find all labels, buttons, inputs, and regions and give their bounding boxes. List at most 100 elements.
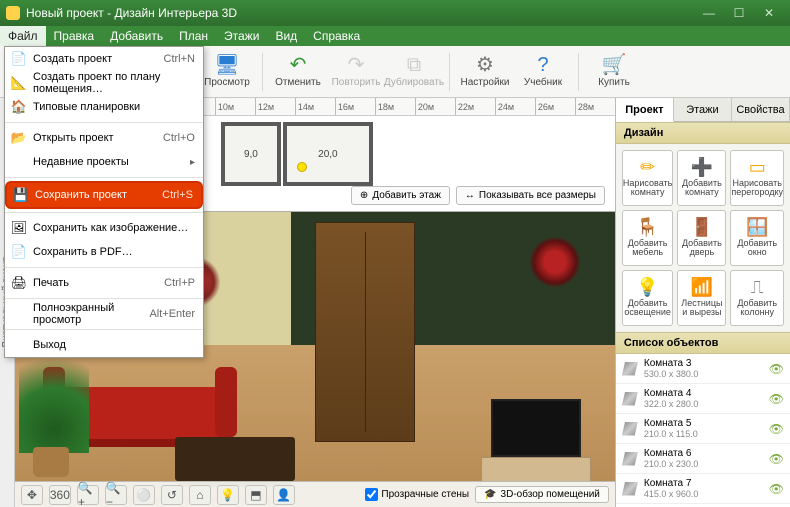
menu-item-shortcut: Alt+Enter [149,308,195,320]
object-row[interactable]: Комната 7415.0 x 960.0👁 [616,474,790,504]
design-tool-button[interactable]: ✏Нарисовать комнату [622,150,673,206]
menu-добавить[interactable]: Добавить [102,26,171,46]
toolbar-help-button[interactable]: ?Учебник [516,48,570,96]
design-tool-button[interactable]: 📶Лестницы и вырезы [677,270,726,326]
object-row[interactable]: Комната 3530.0 x 380.0 👁 [616,354,790,384]
file-menu-item[interactable]: Недавние проекты [5,150,203,174]
menu-item-icon: 📄 [11,244,27,260]
view-tool-button[interactable]: ✥ [21,485,43,505]
settings-icon: ⚙ [476,55,494,75]
toolbar-undo-button[interactable]: ↶Отменить [271,48,325,96]
view-tool-button[interactable]: ↺ [161,485,183,505]
file-menu-item[interactable]: 💾Сохранить проектCtrl+S [5,181,203,209]
visibility-icon[interactable]: 👁 [769,452,784,466]
object-name: Комната 7 [644,478,699,489]
menu-item-label: Создать проект [33,53,112,65]
visibility-icon[interactable]: 👁 [769,362,784,376]
objects-list[interactable]: Комната 3530.0 x 380.0👁Комната 4322.0 x … [616,354,790,507]
visibility-icon[interactable]: 👁 [769,392,784,406]
menu-item-icon: 📄 [11,51,27,67]
view-tool-button[interactable]: ⌂ [189,485,211,505]
visibility-icon[interactable]: 👁 [769,482,784,496]
toolbar-buy-button[interactable]: 🛒Купить [587,48,641,96]
toolbar-view-button[interactable]: 🖥Просмотр [200,48,254,96]
menu-план[interactable]: План [171,26,216,46]
room-outline[interactable]: 9,0 [221,122,281,186]
view-tool-button[interactable]: ⚪ [133,485,155,505]
object-dim: 210.0 x 230.0 [644,459,699,469]
ruler-tick: 28м [575,98,615,115]
add-floor-button[interactable]: ⊕ Добавить этаж [351,186,450,205]
menu-item-shortcut: Ctrl+O [163,132,195,144]
toolbar-settings-button[interactable]: ⚙Настройки [458,48,512,96]
view-tool-button[interactable]: 💡 [217,485,239,505]
design-tool-button[interactable]: 🚪Добавить дверь [677,210,726,266]
design-tool-button[interactable]: ⎍Добавить колонну [730,270,784,326]
right-tabs: ПроектЭтажиСвойства [616,98,790,122]
menu-справка[interactable]: Справка [305,26,368,46]
file-menu-item[interactable]: 📄Создать проектCtrl+N [5,47,203,71]
3d-overview-button[interactable]: 🎓 3D-обзор помещений [475,486,609,503]
design-tool-icon: ⎍ [751,278,764,297]
ruler-tick: 10м [215,98,255,115]
design-tool-icon: 📶 [691,278,713,297]
file-menu-item[interactable]: 📂Открыть проектCtrl+O [5,126,203,150]
right-tab-2[interactable]: Свойства [732,98,790,121]
ruler-tick: 16м [335,98,375,115]
view-tool-button[interactable]: 👤 [273,485,295,505]
menu-item-icon: 📂 [11,130,27,146]
view-tool-button[interactable]: ⬒ [245,485,267,505]
ruler-tick: 18м [375,98,415,115]
menu-item-shortcut: Ctrl+P [164,277,195,289]
menu-вид[interactable]: Вид [267,26,305,46]
file-menu-item[interactable]: 🏠Типовые планировки [5,95,203,119]
ruler-tick: 26м [535,98,575,115]
close-button[interactable]: ✕ [754,2,784,24]
view-tool-button[interactable]: 360 [49,485,71,505]
object-row[interactable]: Комната 6210.0 x 230.0👁 [616,444,790,474]
design-tool-button[interactable]: 🪟Добавить окно [730,210,784,266]
menu-этажи[interactable]: Этажи [216,26,267,46]
design-tool-button[interactable]: ➕Добавить комнату [677,150,726,206]
visibility-icon[interactable]: 👁 [769,422,784,436]
design-tool-button[interactable]: 💡Добавить освещение [622,270,673,326]
right-tab-1[interactable]: Этажи [674,98,732,121]
file-menu-item[interactable]: 📐Создать проект по плану помещения… [5,71,203,95]
design-section-header: Дизайн [616,122,790,144]
titlebar: Новый проект - Дизайн Интерьера 3D — ☐ ✕ [0,0,790,26]
object-name: Комната 3 [644,358,699,369]
ruler-tick: 20м [415,98,455,115]
object-dim: 322.0 x 280.0 [644,399,699,409]
menu-item-label: Сохранить в PDF… [33,246,133,258]
menu-item-label: Печать [33,277,69,289]
file-menu-item[interactable]: 🖼Сохранить как изображение… [5,216,203,240]
menu-правка[interactable]: Правка [46,26,103,46]
object-dim: 210.0 x 115.0 [644,429,698,439]
ruler-tick: 22м [455,98,495,115]
file-menu-item[interactable]: 📄 Сохранить в PDF… [5,240,203,264]
file-menu-item[interactable]: 🖨ПечатьCtrl+P [5,271,203,295]
show-sizes-button[interactable]: ↔ Показывать все размеры [456,186,605,205]
object-icon [622,452,638,466]
menu-item-label: Сохранить проект [35,189,127,201]
menu-файл[interactable]: Файл [0,26,46,46]
minimize-button[interactable]: — [694,2,724,24]
maximize-button[interactable]: ☐ [724,2,754,24]
file-menu-item[interactable]: Выход [5,333,203,357]
object-row[interactable]: Комната 5210.0 x 115.0👁 [616,414,790,444]
object-dim: 530.0 x 380.0 [644,369,699,379]
transparent-walls-checkbox[interactable]: Прозрачные стены [365,488,469,501]
right-panel: ПроектЭтажиСвойства Дизайн ✏Нарисовать к… [615,98,790,507]
room-outline[interactable]: 20,0 [283,122,373,186]
menu-item-label: Недавние проекты [33,156,129,168]
design-tool-icon: 💡 [636,278,658,297]
camera-marker[interactable] [297,162,307,172]
design-tool-button[interactable]: 🪑Добавить мебель [622,210,673,266]
menu-item-icon: 💾 [13,187,29,203]
object-row[interactable]: Комната 4322.0 x 280.0👁 [616,384,790,414]
right-tab-0[interactable]: Проект [616,98,674,122]
design-tool-button[interactable]: ▭Нарисовать перегородку [730,150,784,206]
file-menu-item[interactable]: Полноэкранный просмотрAlt+Enter [5,302,203,326]
view-tool-button[interactable]: 🔍+ [77,485,99,505]
view-tool-button[interactable]: 🔍− [105,485,127,505]
